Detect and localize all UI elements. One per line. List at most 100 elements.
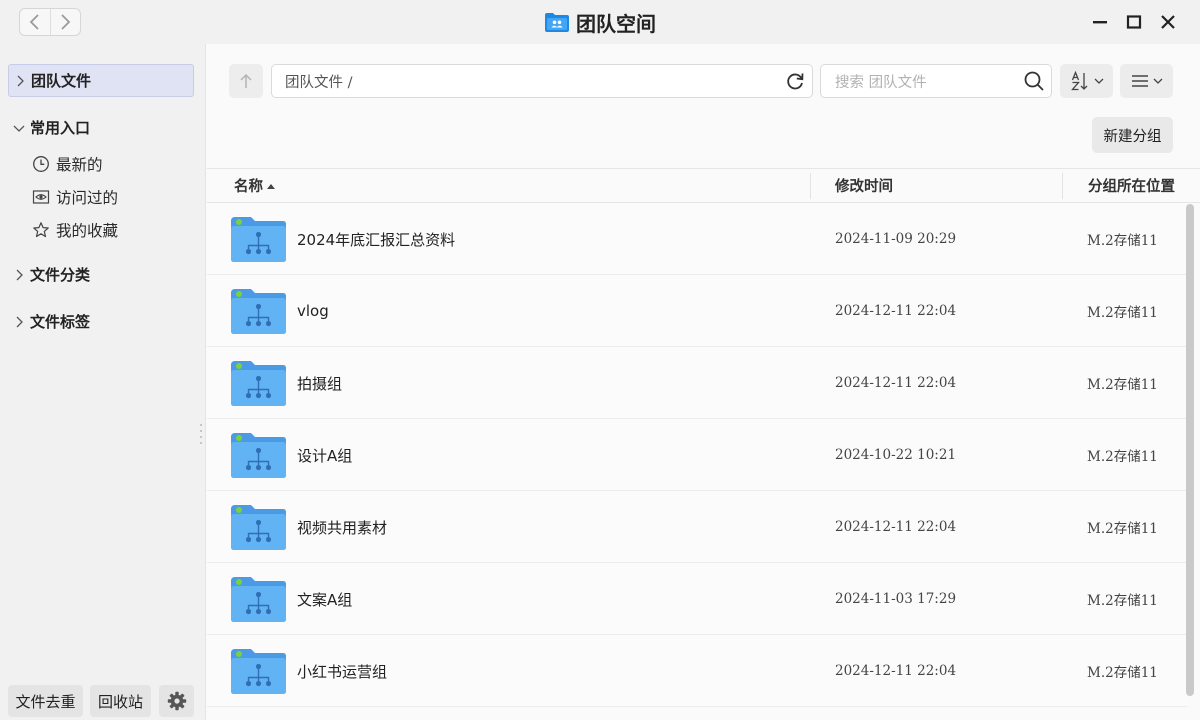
search-icon[interactable] <box>1023 70 1045 92</box>
minimize-icon <box>1093 21 1107 24</box>
eye-icon <box>32 188 50 206</box>
row-name: 视频共用素材 <box>297 518 388 537</box>
chevron-left-icon <box>29 14 39 30</box>
group-folder-icon <box>231 217 286 262</box>
maximize-button[interactable] <box>1122 10 1146 34</box>
column-header-location[interactable]: 分组所在位置 <box>1088 169 1175 202</box>
group-folder-icon <box>231 505 286 550</box>
vertical-scrollbar[interactable] <box>1186 204 1194 696</box>
history-nav <box>19 8 81 36</box>
row-modified-time: 2024-12-11 22:04 <box>835 663 957 679</box>
row-name: 文案A组 <box>297 590 353 609</box>
chevron-down-icon <box>10 124 28 132</box>
sidebar-resize-handle[interactable] <box>200 424 203 448</box>
chevron-down-icon <box>1094 78 1103 84</box>
row-name: 设计A组 <box>297 446 353 465</box>
back-button[interactable] <box>20 9 50 35</box>
table-row[interactable]: 视频共用素材 2024-12-11 22:04 M.2存储11 <box>207 491 1187 563</box>
table-row[interactable]: 小红书运营组 2024-12-11 22:04 M.2存储11 <box>207 635 1187 707</box>
group-folder-icon <box>231 577 286 622</box>
row-name: vlog <box>297 302 329 320</box>
close-icon <box>1161 15 1175 29</box>
sidebar-item-label: 文件标签 <box>30 313 91 331</box>
title-bar: 团队空间 <box>0 0 1200 44</box>
gear-icon <box>167 691 186 711</box>
row-modified-time: 2024-12-11 22:04 <box>835 303 957 319</box>
list-view-icon <box>1131 75 1148 87</box>
main-panel: 团队文件 / 搜索 团队文件 新建分组 名称 修改时间 分组所在位置 2024年… <box>207 44 1200 720</box>
sidebar-item-favorites[interactable]: 我的收藏 <box>32 215 192 245</box>
sidebar-item-visited[interactable]: 访问过的 <box>32 182 192 212</box>
window-title: 团队空间 <box>576 11 656 36</box>
sidebar-item-label: 常用入口 <box>30 119 91 137</box>
sidebar-item-label: 我的收藏 <box>56 222 119 240</box>
view-mode-button[interactable] <box>1120 64 1173 98</box>
table-row[interactable]: 拍摄组 2024-12-11 22:04 M.2存储11 <box>207 347 1187 419</box>
up-directory-button[interactable] <box>229 64 263 98</box>
path-text: 团队文件 / <box>285 74 353 91</box>
row-name: 拍摄组 <box>297 374 343 393</box>
search-placeholder: 搜索 团队文件 <box>835 74 927 91</box>
sidebar-item-common-entry[interactable]: 常用入口 <box>8 111 194 144</box>
row-location: M.2存储11 <box>1087 305 1158 321</box>
table-row[interactable]: 2024年底汇报汇总资料 2024-11-09 20:29 M.2存储11 <box>207 203 1187 275</box>
team-space-icon <box>545 13 569 32</box>
table-row[interactable]: vlog 2024-12-11 22:04 M.2存储11 <box>207 275 1187 347</box>
group-folder-icon <box>231 433 286 478</box>
sidebar-item-recent[interactable]: 最新的 <box>32 149 192 179</box>
column-header-modified[interactable]: 修改时间 <box>835 169 893 202</box>
arrow-up-icon <box>240 73 252 88</box>
row-modified-time: 2024-12-11 22:04 <box>835 375 957 391</box>
sort-button[interactable] <box>1060 64 1113 98</box>
chevron-right-icon <box>10 269 28 281</box>
sort-ascending-icon <box>267 183 275 189</box>
sidebar-item-label: 访问过的 <box>56 189 119 207</box>
row-modified-time: 2024-11-03 17:29 <box>835 591 957 607</box>
file-list: 2024年底汇报汇总资料 2024-11-09 20:29 M.2存储11 vl… <box>207 203 1187 707</box>
chevron-right-icon <box>11 75 29 87</box>
recycle-bin-button[interactable]: 回收站 <box>90 685 151 717</box>
column-header-name[interactable]: 名称 <box>234 169 276 202</box>
search-input[interactable]: 搜索 团队文件 <box>820 64 1052 98</box>
sidebar-item-label: 最新的 <box>56 156 103 174</box>
column-divider[interactable] <box>810 173 811 199</box>
chevron-right-icon <box>10 316 28 328</box>
table-row[interactable]: 设计A组 2024-10-22 10:21 M.2存储11 <box>207 419 1187 491</box>
maximize-icon <box>1126 15 1142 29</box>
chevron-right-icon <box>61 14 71 30</box>
sidebar-item-file-tags[interactable]: 文件标签 <box>8 305 194 338</box>
row-location: M.2存储11 <box>1087 521 1158 537</box>
refresh-icon[interactable] <box>784 70 806 92</box>
row-location: M.2存储11 <box>1087 449 1158 465</box>
row-name: 小红书运营组 <box>297 662 388 681</box>
column-divider[interactable] <box>1062 173 1063 199</box>
row-name: 2024年底汇报汇总资料 <box>297 230 456 249</box>
table-header: 名称 修改时间 分组所在位置 <box>207 168 1200 203</box>
group-folder-icon <box>231 649 286 694</box>
group-folder-icon <box>231 361 286 406</box>
close-button[interactable] <box>1156 10 1180 34</box>
table-row[interactable]: 文案A组 2024-11-03 17:29 M.2存储11 <box>207 563 1187 635</box>
dedupe-button[interactable]: 文件去重 <box>8 685 83 717</box>
new-group-button[interactable]: 新建分组 <box>1092 117 1173 153</box>
clock-icon <box>32 155 50 173</box>
sidebar-item-file-category[interactable]: 文件分类 <box>8 258 194 291</box>
settings-button[interactable] <box>159 685 194 717</box>
sidebar-item-team-files[interactable]: 团队文件 <box>8 64 194 97</box>
row-modified-time: 2024-11-09 20:29 <box>835 231 957 247</box>
row-modified-time: 2024-10-22 10:21 <box>835 447 957 463</box>
sidebar: 团队文件 常用入口 最新的 访问过的 我的收藏 文件分类 文件标签 文件去重 回… <box>0 44 206 720</box>
star-icon <box>32 221 50 239</box>
row-location: M.2存储11 <box>1087 593 1158 609</box>
sidebar-item-label: 团队文件 <box>31 72 92 90</box>
row-location: M.2存储11 <box>1087 233 1158 249</box>
minimize-button[interactable] <box>1088 10 1112 34</box>
row-location: M.2存储11 <box>1087 665 1158 681</box>
group-folder-icon <box>231 289 286 334</box>
chevron-down-icon <box>1153 78 1162 84</box>
row-modified-time: 2024-12-11 22:04 <box>835 519 957 535</box>
sort-az-icon <box>1070 71 1087 91</box>
sidebar-item-label: 文件分类 <box>30 266 91 284</box>
forward-button[interactable] <box>49 9 81 35</box>
path-bar[interactable]: 团队文件 / <box>271 64 813 98</box>
